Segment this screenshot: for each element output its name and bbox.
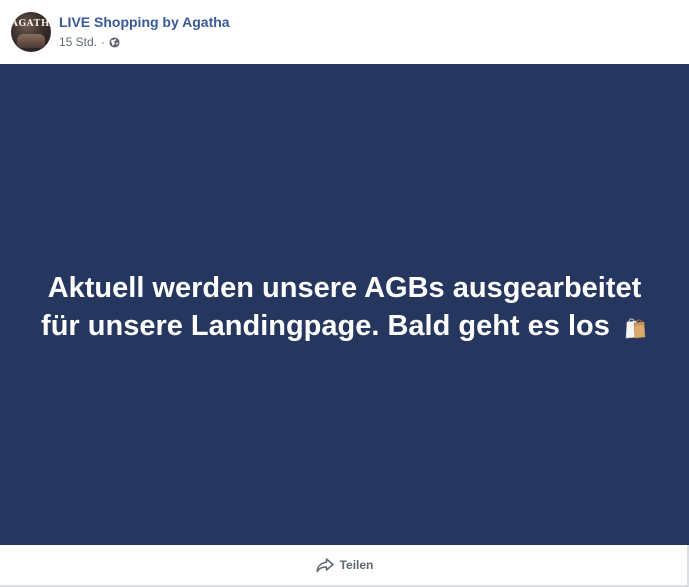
shopping-bags-icon [622, 311, 648, 338]
globe-icon[interactable] [109, 36, 120, 48]
avatar[interactable]: AGATHA [11, 12, 51, 52]
share-label: Teilen [339, 558, 374, 572]
status-text: Aktuell werden unsere AGBs ausgearbeitet… [15, 269, 675, 345]
facebook-post: AGATHA LIVE Shopping by Agatha 15 Std. ·… [0, 0, 689, 587]
page-name-link[interactable]: LIVE Shopping by Agatha [59, 14, 230, 30]
post-meta: 15 Std. · [59, 35, 120, 49]
meta-separator: · [101, 35, 106, 49]
post-header: AGATHA LIVE Shopping by Agatha 15 Std. · [0, 0, 689, 64]
share-button[interactable]: Teilen [306, 549, 384, 581]
post-timestamp[interactable]: 15 Std. [59, 35, 97, 49]
status-line-1: Aktuell werden unsere AGBs ausgearbeitet [47, 271, 642, 304]
avatar-text: AGATHA [11, 19, 51, 29]
avatar-figure [17, 34, 45, 48]
post-action-bar: Teilen [0, 545, 689, 585]
status-card[interactable]: Aktuell werden unsere AGBs ausgearbeitet… [0, 64, 689, 545]
status-line-2: für unsere Landingpage. Bald geht es los [41, 309, 610, 342]
share-arrow-icon [316, 557, 334, 573]
